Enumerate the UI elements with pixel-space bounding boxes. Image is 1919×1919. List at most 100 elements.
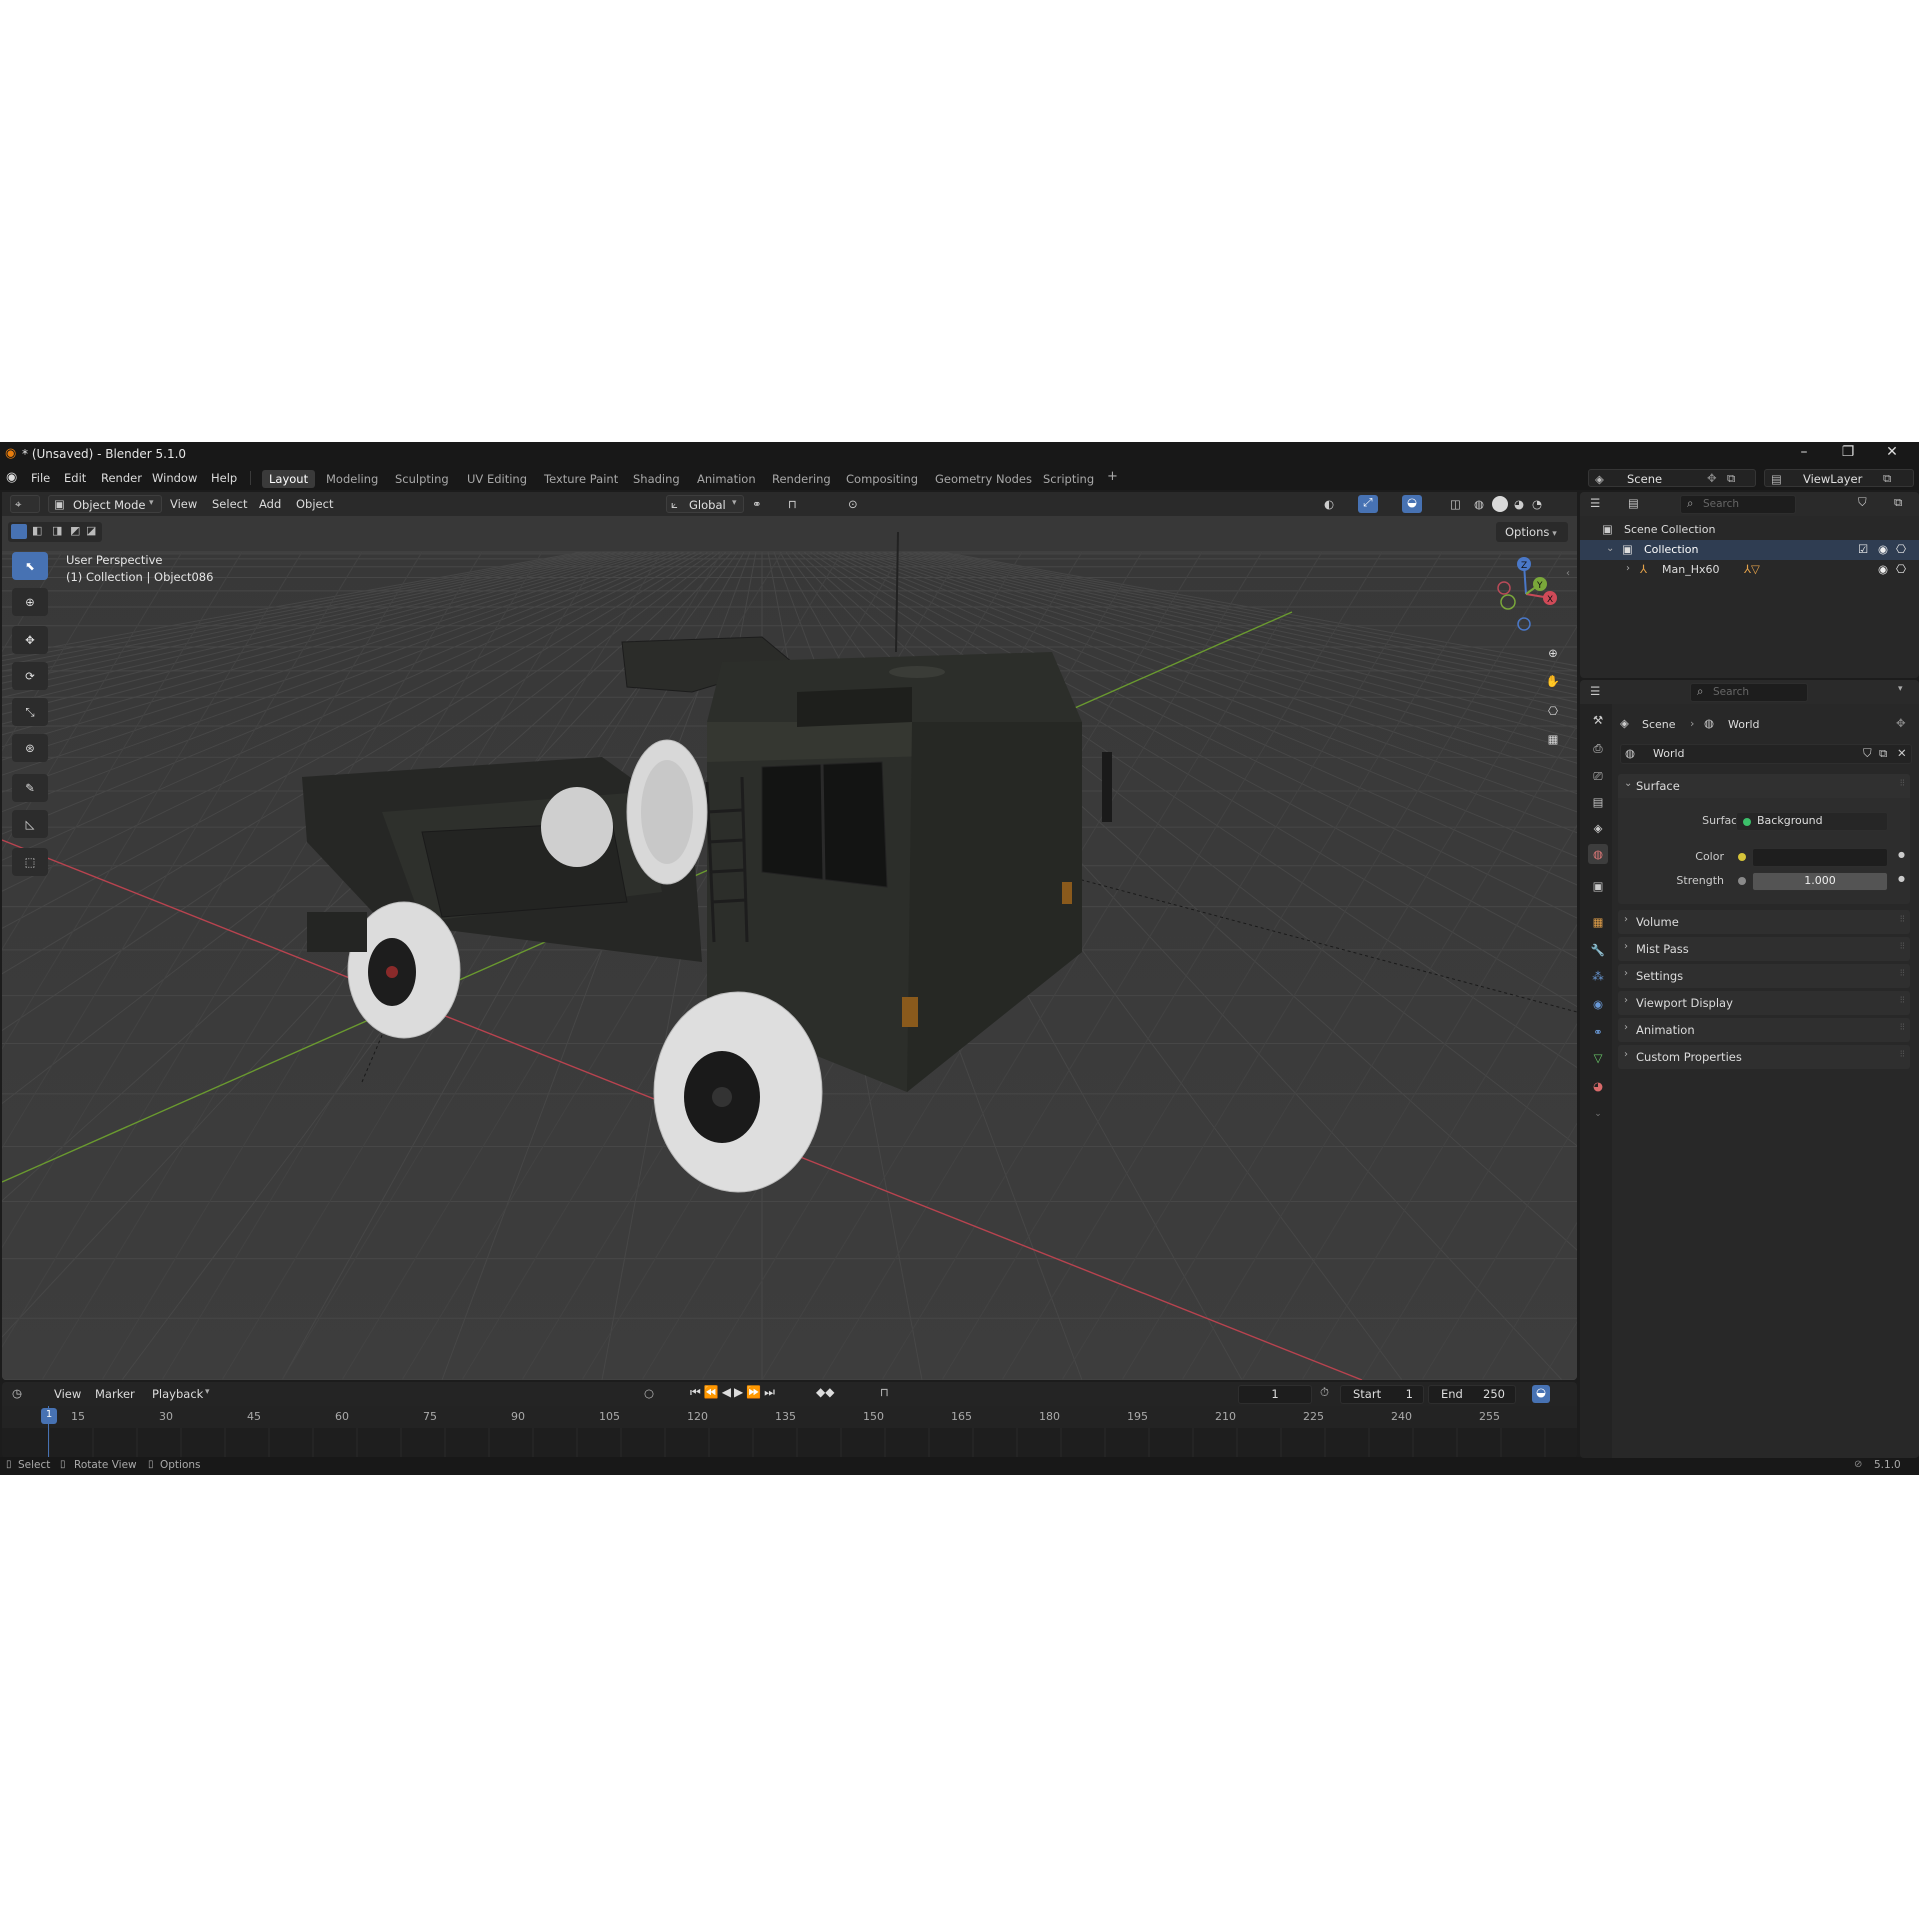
mist-pass-panel[interactable]: › Mist Pass ⁝⁝ bbox=[1618, 937, 1910, 961]
viewport-display-panel[interactable]: › Viewport Display ⁝⁝ bbox=[1618, 991, 1910, 1015]
world-browse-icon[interactable]: ◍ bbox=[1625, 746, 1635, 760]
add-cube-tool[interactable]: ⬚ bbox=[12, 848, 48, 876]
material-tab-icon[interactable]: ◕ bbox=[1588, 1076, 1608, 1096]
collection-tab-icon[interactable]: ▣ bbox=[1588, 876, 1608, 896]
current-frame-field[interactable]: 1 bbox=[1238, 1385, 1312, 1404]
timeline-menu-view[interactable]: View bbox=[54, 1387, 81, 1401]
chevron-down-icon[interactable]: ▾ bbox=[1898, 684, 1903, 694]
render-tab-icon[interactable]: ⎙ bbox=[1588, 738, 1608, 758]
breadcrumb-scene[interactable]: Scene bbox=[1642, 718, 1676, 731]
eye-icon[interactable]: ◉ bbox=[1878, 562, 1888, 576]
tab-scripting[interactable]: Scripting bbox=[1036, 470, 1101, 488]
modifier-tab-icon[interactable]: 🔧 bbox=[1588, 940, 1608, 960]
drag-grip-icon[interactable]: ⁝⁝ bbox=[1900, 1049, 1905, 1060]
outliner-editor-type-icon[interactable]: ☰ bbox=[1590, 496, 1600, 510]
playback-controls[interactable]: ⏮⏪◀▶⏩⏭ bbox=[690, 1385, 778, 1400]
keyframe-dot-icon[interactable]: ● bbox=[1898, 874, 1905, 883]
keyframe-jump-icon[interactable]: ◆◆ bbox=[816, 1385, 834, 1399]
playhead-frame[interactable]: 1 bbox=[41, 1408, 57, 1424]
menu-window[interactable]: Window bbox=[152, 471, 197, 485]
scale-tool[interactable]: ⤡ bbox=[12, 698, 48, 726]
tab-uv-editing[interactable]: UV Editing bbox=[460, 470, 534, 488]
cursor-tool[interactable]: ⊕ bbox=[12, 588, 48, 616]
camera-view-button[interactable]: ⎔ bbox=[1540, 698, 1566, 724]
settings-panel[interactable]: › Settings ⁝⁝ bbox=[1618, 964, 1910, 988]
drag-grip-icon[interactable]: ⁝⁝ bbox=[1900, 914, 1905, 925]
properties-editor-type-icon[interactable]: ☰ bbox=[1590, 684, 1600, 698]
pin-icon[interactable]: ✥ bbox=[1707, 471, 1717, 485]
close-button[interactable]: ✕ bbox=[1870, 444, 1914, 464]
world-name-field[interactable]: World bbox=[1653, 747, 1685, 760]
keyframe-dot-icon[interactable]: ● bbox=[1898, 850, 1905, 859]
scene-selector[interactable]: ◈ Scene ✥ ⧉ bbox=[1588, 469, 1756, 487]
menu-help[interactable]: Help bbox=[211, 471, 237, 485]
fake-user-icon[interactable]: ⛉ bbox=[1863, 746, 1872, 761]
expand-chevron-icon[interactable]: ⌄ bbox=[1606, 543, 1614, 554]
duplicate-icon[interactable]: ⧉ bbox=[1879, 746, 1887, 761]
tab-geometry-nodes[interactable]: Geometry Nodes bbox=[928, 470, 1039, 488]
unlink-icon[interactable]: ✕ bbox=[1897, 746, 1907, 760]
view-layer-tab-icon[interactable]: ▤ bbox=[1588, 792, 1608, 812]
surface-shader-selector[interactable]: Background bbox=[1736, 812, 1888, 831]
custom-properties-panel[interactable]: › Custom Properties ⁝⁝ bbox=[1618, 1045, 1910, 1069]
pivot-icon[interactable]: ⚭ bbox=[752, 497, 762, 511]
surface-panel-header[interactable]: ⌄ Surface ⁝⁝ bbox=[1618, 774, 1910, 798]
filter-icon[interactable]: ⛉ bbox=[1858, 495, 1867, 510]
measure-tool[interactable]: ◺ bbox=[12, 810, 48, 838]
maximize-button[interactable]: ❐ bbox=[1826, 444, 1870, 464]
preview-range-icon[interactable]: ⏱ bbox=[1320, 1385, 1329, 1400]
tool-tab-icon[interactable]: ⚒ bbox=[1588, 710, 1608, 730]
output-tab-icon[interactable]: ⎚ bbox=[1588, 766, 1608, 786]
drag-grip-icon[interactable]: ⁝⁝ bbox=[1900, 778, 1905, 789]
volume-panel[interactable]: › Volume ⁝⁝ bbox=[1618, 910, 1910, 934]
view-layer-selector[interactable]: ▤ ViewLayer ⧉ bbox=[1764, 469, 1914, 487]
3d-viewport[interactable] bbox=[2, 492, 1577, 1380]
pan-view-button[interactable]: ✋ bbox=[1540, 668, 1566, 694]
particles-tab-icon[interactable]: ⁂ bbox=[1588, 966, 1608, 986]
strength-field[interactable]: 1.000 bbox=[1752, 872, 1888, 891]
camera-render-icon[interactable]: ⎔ bbox=[1896, 562, 1906, 576]
outliner-row-collection[interactable]: ⌄ ▣ Collection ☑ ◉ ⎔ bbox=[1580, 540, 1919, 560]
snap-icon[interactable]: ⊓ bbox=[788, 497, 797, 511]
viewport-menu-add[interactable]: Add bbox=[259, 497, 281, 511]
more-tabs-icon[interactable]: ⌄ bbox=[1588, 1104, 1608, 1124]
proportional-edit-icon[interactable]: ⊙ bbox=[848, 497, 858, 511]
tab-modeling[interactable]: Modeling bbox=[319, 470, 385, 488]
new-view-layer-icon[interactable]: ⧉ bbox=[1883, 471, 1891, 486]
start-frame-field[interactable]: Start 1 bbox=[1340, 1385, 1424, 1404]
object-tab-icon[interactable]: ▦ bbox=[1588, 912, 1608, 932]
transform-orientation-selector[interactable]: ⟀ Global ▾ bbox=[666, 495, 744, 513]
world-tab-icon[interactable]: ◍ bbox=[1588, 844, 1608, 864]
drag-grip-icon[interactable]: ⁝⁝ bbox=[1900, 1022, 1905, 1033]
auto-keying-icon[interactable]: ⊓ bbox=[880, 1385, 889, 1399]
xray-icon[interactable]: ◫ bbox=[1450, 497, 1461, 511]
minimize-button[interactable]: – bbox=[1782, 444, 1826, 464]
drag-grip-icon[interactable]: ⁝⁝ bbox=[1900, 968, 1905, 979]
rotate-tool[interactable]: ⟳ bbox=[12, 662, 48, 690]
tab-shading[interactable]: Shading bbox=[626, 470, 687, 488]
drag-grip-icon[interactable]: ⁝⁝ bbox=[1900, 995, 1905, 1006]
viewport-menu-object[interactable]: Object bbox=[296, 497, 333, 511]
exclude-checkbox-icon[interactable]: ☑ bbox=[1858, 542, 1868, 556]
transform-tool[interactable]: ⊛ bbox=[12, 734, 48, 762]
color-swatch[interactable] bbox=[1752, 848, 1888, 867]
overlay-toggle-icon[interactable]: ◒ bbox=[1402, 495, 1422, 513]
visibility-icon[interactable]: ◐ bbox=[1324, 497, 1334, 511]
wireframe-shading-icon[interactable]: ◍ bbox=[1474, 497, 1484, 511]
viewport-menu-select[interactable]: Select bbox=[212, 497, 247, 511]
timeline-menu-marker[interactable]: Marker bbox=[95, 1387, 135, 1401]
material-shading-icon[interactable]: ◕ bbox=[1514, 497, 1524, 511]
timeline-editor[interactable]: ◷ View Marker Playback ▾ ○ ⏮⏪◀▶⏩⏭ ◆◆ ⊓ 1… bbox=[2, 1382, 1577, 1458]
blender-menu-icon[interactable]: ◉ bbox=[6, 470, 17, 485]
expand-chevron-icon[interactable]: › bbox=[1626, 563, 1630, 574]
select-invert-icon[interactable]: ◩ bbox=[70, 524, 80, 537]
ortho-toggle-button[interactable]: ▦ bbox=[1540, 726, 1566, 752]
data-tab-icon[interactable]: ▽ bbox=[1588, 1048, 1608, 1068]
select-new-icon[interactable] bbox=[11, 524, 27, 539]
timeline-overlay-icon[interactable]: ◒ bbox=[1532, 1385, 1550, 1403]
add-workspace-button[interactable]: + bbox=[1107, 469, 1118, 484]
animation-panel[interactable]: › Animation ⁝⁝ bbox=[1618, 1018, 1910, 1042]
select-intersect-icon[interactable]: ◪ bbox=[86, 524, 96, 537]
solid-shading-icon[interactable] bbox=[1492, 496, 1508, 512]
viewport-menu-view[interactable]: View bbox=[170, 497, 197, 511]
